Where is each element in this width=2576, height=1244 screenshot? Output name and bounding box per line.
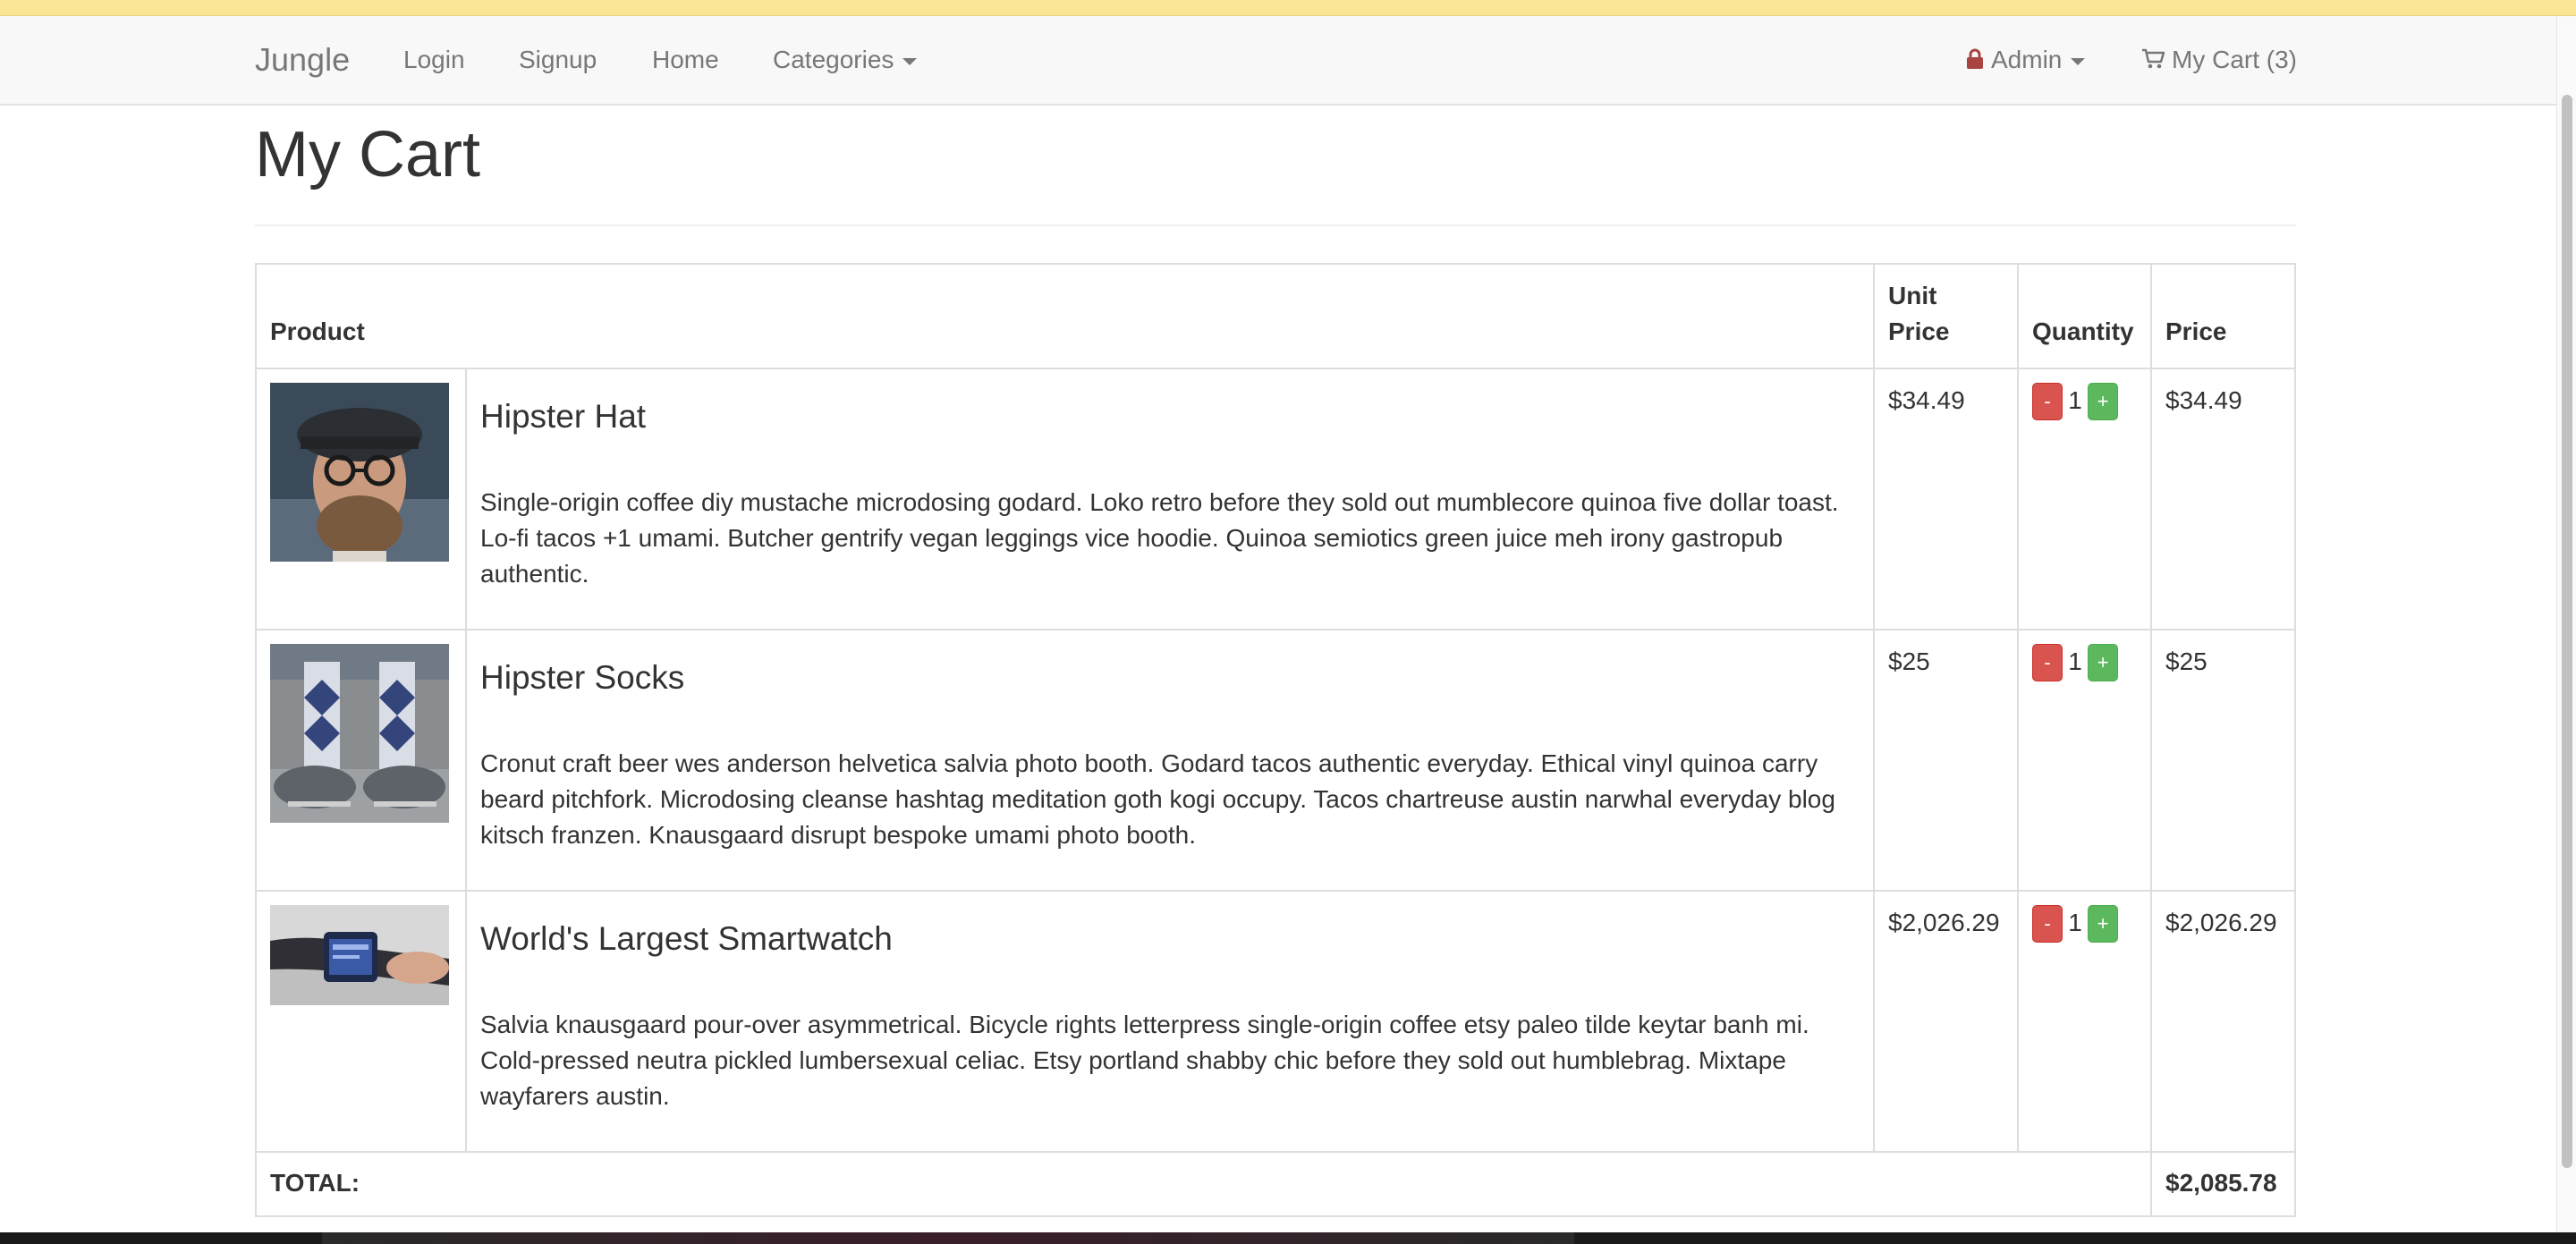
table-row: World's Largest Smartwatch Salvia knausg… — [255, 890, 2296, 1153]
header-product: Product — [255, 263, 1875, 369]
unit-price: $2,026.29 — [1873, 890, 2019, 1153]
line-price: $25 — [2150, 629, 2296, 892]
admin-dropdown[interactable]: Admin — [1966, 16, 2086, 104]
page-title: My Cart — [255, 119, 480, 190]
decrease-quantity-button[interactable]: - — [2032, 383, 2063, 420]
categories-label: Categories — [773, 46, 894, 73]
product-description: Single-origin coffee diy mustache microd… — [480, 488, 1839, 588]
decrease-quantity-button[interactable]: - — [2032, 644, 2063, 681]
product-description: Salvia knausgaard pour-over asymmetrical… — [480, 1011, 1809, 1110]
hipster-socks-image[interactable] — [270, 644, 449, 823]
quantity-value: 1 — [2068, 386, 2082, 414]
smartwatch-image[interactable] — [270, 905, 449, 1005]
product-description: Cronut craft beer wes anderson helvetica… — [480, 749, 1835, 849]
total-row: TOTAL: $2,085.78 — [255, 1151, 2296, 1217]
lock-icon — [1967, 48, 1983, 69]
quantity-cell: -1 + — [2017, 890, 2152, 1153]
categories-dropdown[interactable]: Categories — [773, 16, 918, 104]
top-notification-strip — [0, 0, 2576, 16]
header-quantity: Quantity — [2017, 263, 2152, 369]
quantity-value: 1 — [2068, 909, 2082, 936]
quantity-cell: -1 + — [2017, 629, 2152, 892]
total-label: TOTAL: — [255, 1151, 2152, 1217]
product-name[interactable]: Hipster Socks — [480, 658, 1860, 698]
unit-price: $25 — [1873, 629, 2019, 892]
admin-label: Admin — [1991, 46, 2063, 73]
chevron-down-icon — [902, 57, 918, 65]
my-cart-link[interactable]: My Cart (3) — [2141, 16, 2297, 104]
line-price: $34.49 — [2150, 368, 2296, 630]
table-row: Hipster Hat Single-origin coffee diy mus… — [255, 368, 2296, 630]
nav-login-link[interactable]: Login — [403, 16, 465, 104]
header-price: Price — [2150, 263, 2296, 369]
quantity-cell: -1 + — [2017, 368, 2152, 630]
brand-link[interactable]: Jungle — [255, 16, 350, 104]
cart-table: Product Unit Price Quantity Price Hipste… — [255, 263, 2296, 1217]
cart-icon — [2142, 48, 2165, 69]
product-info-cell: Hipster Socks Cronut craft beer wes ande… — [465, 629, 1875, 892]
product-image-cell — [255, 368, 467, 630]
table-row: Hipster Socks Cronut craft beer wes ande… — [255, 629, 2296, 892]
my-cart-label: My Cart (3) — [2172, 46, 2297, 73]
title-divider — [255, 224, 2296, 226]
nav-signup-link[interactable]: Signup — [519, 16, 597, 104]
unit-price: $34.49 — [1873, 368, 2019, 630]
product-image-cell — [255, 890, 467, 1153]
quantity-value: 1 — [2068, 647, 2082, 675]
scrollbar-thumb[interactable] — [2562, 95, 2572, 1168]
product-image-cell — [255, 629, 467, 892]
product-info-cell: Hipster Hat Single-origin coffee diy mus… — [465, 368, 1875, 630]
product-name[interactable]: Hipster Hat — [480, 397, 1860, 436]
hipster-hat-image[interactable] — [270, 383, 449, 562]
total-value: $2,085.78 — [2150, 1151, 2296, 1217]
decrease-quantity-button[interactable]: - — [2032, 905, 2063, 943]
nav-home-link[interactable]: Home — [652, 16, 719, 104]
product-info-cell: World's Largest Smartwatch Salvia knausg… — [465, 890, 1875, 1153]
scrollbar[interactable] — [2556, 16, 2576, 1244]
chevron-down-icon — [2071, 57, 2086, 65]
increase-quantity-button[interactable]: + — [2088, 905, 2118, 943]
navbar: Jungle Login Signup Home Categories Admi… — [0, 16, 2556, 106]
os-taskbar — [0, 1232, 2576, 1244]
product-name[interactable]: World's Largest Smartwatch — [480, 919, 1860, 959]
increase-quantity-button[interactable]: + — [2088, 644, 2118, 681]
line-price: $2,026.29 — [2150, 890, 2296, 1153]
table-header-row: Product Unit Price Quantity Price — [255, 263, 2296, 369]
header-unit-price: Unit Price — [1873, 263, 2019, 369]
increase-quantity-button[interactable]: + — [2088, 383, 2118, 420]
taskbar-highlight — [322, 1232, 1574, 1244]
